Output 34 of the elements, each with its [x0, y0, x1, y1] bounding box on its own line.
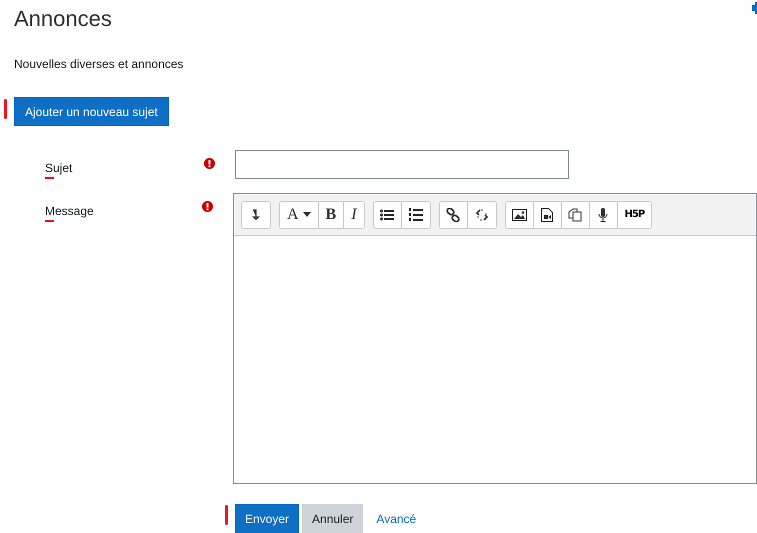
- submit-button[interactable]: Envoyer: [235, 504, 300, 533]
- bullet-list-icon: [380, 208, 394, 220]
- bullets-button[interactable]: [374, 202, 402, 228]
- link-icon: [446, 208, 460, 222]
- caret-icon: [302, 212, 311, 217]
- copy-icon: [568, 208, 582, 222]
- collapse-button[interactable]: [242, 202, 270, 228]
- format-button[interactable]: H5P: [618, 202, 652, 228]
- numbers-button[interactable]: [402, 202, 430, 228]
- forum-description: Nouvelles diverses et annonces: [14, 56, 184, 73]
- cancel-button[interactable]: Annuler: [302, 504, 364, 533]
- media-button[interactable]: [534, 202, 562, 228]
- message-editor[interactable]: A B I H5P: [232, 193, 757, 484]
- link-button[interactable]: [440, 202, 468, 228]
- unlink-button[interactable]: [468, 202, 496, 228]
- copy-button[interactable]: [562, 202, 590, 228]
- page-title: Annonces: [14, 5, 112, 33]
- image-button[interactable]: [506, 202, 534, 228]
- add-topic-button[interactable]: Ajouter un nouveau sujet: [14, 97, 169, 126]
- video-file-icon: [541, 208, 554, 222]
- settings-icon: [752, 2, 757, 14]
- unlink-icon: [474, 208, 489, 222]
- microphone-icon: [598, 208, 608, 222]
- field-label: Message: [45, 204, 94, 218]
- image-icon: [512, 208, 527, 220]
- advanced-link[interactable]: Avancé: [376, 512, 416, 526]
- format-button[interactable]: B: [318, 202, 344, 228]
- field-label: Sujet: [45, 161, 72, 175]
- format-button[interactable]: I: [344, 202, 364, 228]
- subject-field[interactable]: [235, 150, 569, 179]
- font-menu-button[interactable]: A: [280, 202, 319, 228]
- arrow-down-icon: [252, 209, 260, 220]
- mic-button[interactable]: [590, 202, 618, 228]
- numbered-list-icon: [408, 208, 423, 222]
